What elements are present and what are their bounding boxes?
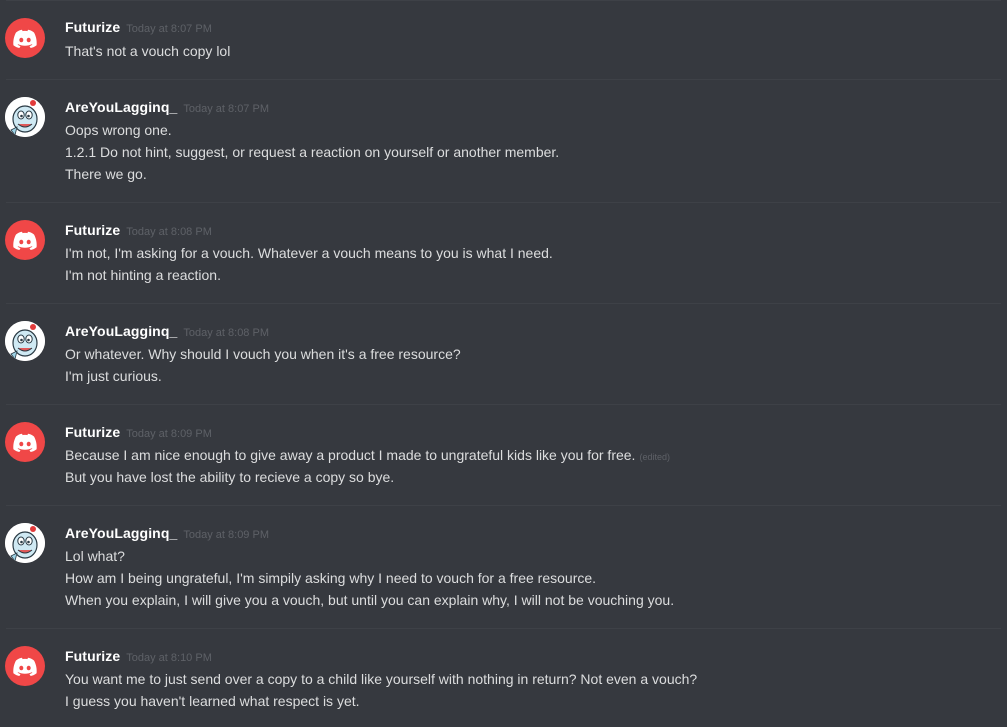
timestamp: Today at 8:07 PM [183, 103, 269, 115]
edited-label: (edited) [639, 452, 670, 462]
cartoon-character-icon[interactable] [5, 97, 45, 137]
timestamp: Today at 8:08 PM [126, 226, 212, 238]
message-text: Or whatever. Why should I vouch you when… [65, 346, 461, 362]
username[interactable]: AreYouLagginq_ [65, 323, 177, 339]
message-divider [6, 0, 1001, 1]
message-header: AreYouLagginq_ Today at 8:09 PM [65, 525, 269, 545]
message-text: Because I am nice enough to give away a … [65, 447, 636, 463]
message-text: Oops wrong one. [65, 122, 172, 138]
message-text: Lol what? [65, 548, 125, 564]
message-divider [6, 202, 1001, 203]
message-divider [6, 303, 1001, 304]
message-header: Futurize Today at 8:07 PM [65, 19, 212, 39]
message-header: Futurize Today at 8:09 PM [65, 424, 212, 444]
timestamp: Today at 8:08 PM [183, 327, 269, 339]
username[interactable]: AreYouLagginq_ [65, 99, 177, 115]
username[interactable]: AreYouLagginq_ [65, 525, 177, 541]
message-divider [6, 628, 1001, 629]
message-text: But you have lost the ability to recieve… [65, 469, 395, 485]
timestamp: Today at 8:10 PM [126, 652, 212, 664]
timestamp: Today at 8:09 PM [126, 428, 212, 440]
discord-logo-icon[interactable] [5, 220, 45, 260]
message-text: I guess you haven't learned what respect… [65, 693, 360, 709]
timestamp: Today at 8:07 PM [126, 23, 212, 35]
username[interactable]: Futurize [65, 648, 120, 664]
message-header: Futurize Today at 8:08 PM [65, 222, 212, 242]
message-header: AreYouLagginq_ Today at 8:08 PM [65, 323, 269, 343]
message-text-line: Because I am nice enough to give away a … [65, 446, 670, 466]
message-header: Futurize Today at 8:10 PM [65, 648, 212, 668]
discord-logo-icon[interactable] [5, 422, 45, 462]
message-text: How am I being ungrateful, I'm simpily a… [65, 570, 597, 586]
message-header: AreYouLagginq_ Today at 8:07 PM [65, 99, 269, 119]
message-text: I'm not hinting a reaction. [65, 267, 221, 283]
cartoon-character-icon[interactable] [5, 523, 45, 563]
message-text: When you explain, I will give you a vouc… [65, 592, 675, 608]
message-text: 1.2.1 Do not hint, suggest, or request a… [65, 144, 560, 160]
message-text: That's not a vouch copy lol [65, 43, 231, 59]
discord-logo-icon[interactable] [5, 646, 45, 686]
chat-message-list: Futurize Today at 8:07 PM That's not a vo… [0, 0, 1007, 727]
message-text: There we go. [65, 166, 147, 182]
message-divider [6, 79, 1001, 80]
username[interactable]: Futurize [65, 222, 120, 238]
discord-logo-icon[interactable] [5, 18, 45, 58]
username[interactable]: Futurize [65, 424, 120, 440]
message-text: You want me to just send over a copy to … [65, 671, 698, 687]
message-text: I'm just curious. [65, 368, 162, 384]
username[interactable]: Futurize [65, 19, 120, 35]
message-text: I'm not, I'm asking for a vouch. Whateve… [65, 245, 553, 261]
cartoon-character-icon[interactable] [5, 321, 45, 361]
message-divider [6, 505, 1001, 506]
timestamp: Today at 8:09 PM [183, 529, 269, 541]
message-divider [6, 404, 1001, 405]
